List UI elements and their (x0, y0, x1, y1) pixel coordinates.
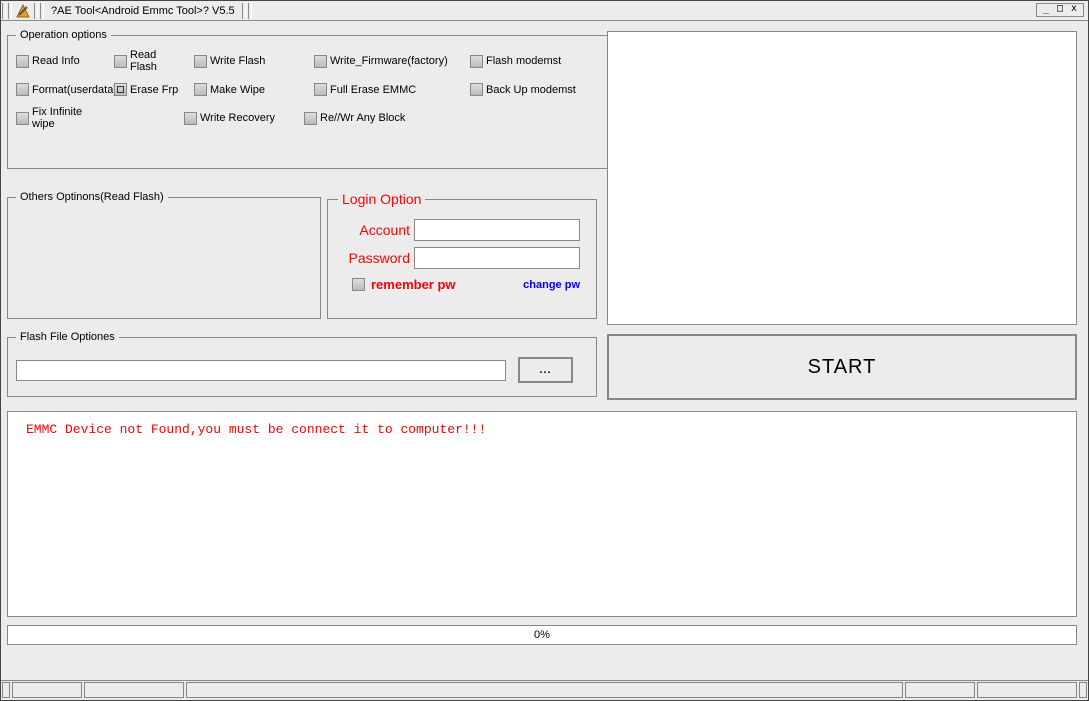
others-options-legend: Others Optinons(Read Flash) (16, 191, 168, 203)
password-label: Password (338, 250, 414, 266)
checkbox-erase-frp[interactable]: Erase Frp (114, 83, 184, 96)
checkbox-backup-modemst[interactable]: Back Up modemst (470, 83, 590, 96)
window-controls: _ □ x (1036, 3, 1084, 17)
minimize-button[interactable]: _ (1039, 4, 1053, 16)
checkbox-write-firmware[interactable]: Write_Firmware(factory) (314, 55, 460, 68)
info-panel (607, 31, 1077, 325)
window-title: ?AE Tool<Android Emmc Tool>? V5.5 (45, 5, 241, 17)
login-option-group: Login Option Account Password remember p… (327, 191, 597, 319)
checkbox-read-info[interactable]: Read Info (16, 55, 104, 68)
checkbox-fix-infinite-wipe[interactable]: Fix Infinite wipe (16, 106, 104, 130)
maximize-button[interactable]: □ (1053, 4, 1067, 16)
log-line: EMMC Device not Found,you must be connec… (26, 422, 486, 437)
checkbox-format-userdata[interactable]: Format(userdata) (16, 83, 104, 96)
checkbox-make-wipe[interactable]: Make Wipe (194, 83, 304, 96)
close-button[interactable]: x (1067, 4, 1081, 16)
checkbox-write-flash[interactable]: Write Flash (194, 55, 304, 68)
title-bar: ?AE Tool<Android Emmc Tool>? V5.5 _ □ x (1, 1, 1088, 21)
browse-button[interactable]: ... (518, 357, 573, 383)
operation-options-legend: Operation options (16, 29, 111, 41)
operation-options-group: Operation options Read Info Read Flash W… (7, 29, 609, 169)
status-bar (1, 680, 1088, 700)
flash-file-legend: Flash File Optiones (16, 331, 119, 343)
remember-pw-checkbox[interactable]: remember pw (352, 277, 456, 292)
log-output: EMMC Device not Found,you must be connec… (7, 411, 1077, 617)
flash-file-group: Flash File Optiones ... (7, 331, 597, 397)
progress-bar: 0% (7, 625, 1077, 645)
change-pw-link[interactable]: change pw (523, 279, 580, 291)
checkbox-flash-modemst[interactable]: Flash modemst (470, 55, 590, 68)
account-label: Account (338, 222, 414, 238)
progress-text: 0% (534, 629, 550, 641)
start-button[interactable]: START (607, 334, 1077, 400)
login-option-legend: Login Option (338, 191, 425, 207)
others-options-group: Others Optinons(Read Flash) (7, 191, 321, 319)
flash-file-path-input[interactable] (16, 360, 506, 381)
checkbox-full-erase-emmc[interactable]: Full Erase EMMC (314, 83, 460, 96)
checkbox-write-recovery[interactable]: Write Recovery (184, 112, 294, 125)
checkbox-read-flash[interactable]: Read Flash (114, 49, 184, 73)
app-icon (15, 3, 31, 19)
checkbox-rewr-any-block[interactable]: Re//Wr Any Block (304, 112, 450, 125)
account-input[interactable] (414, 219, 580, 241)
password-input[interactable] (414, 247, 580, 269)
